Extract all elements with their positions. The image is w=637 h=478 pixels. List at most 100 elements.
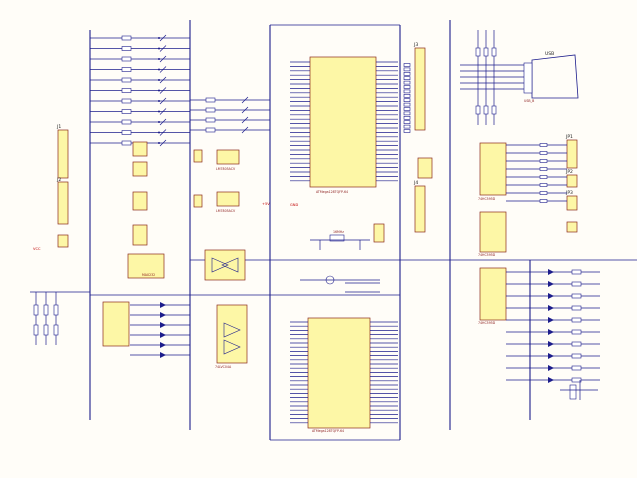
resistor <box>121 35 132 41</box>
small-ic-center <box>417 157 433 179</box>
led-icon <box>160 312 166 318</box>
resistor <box>53 324 59 336</box>
led-icon <box>548 269 554 275</box>
resistor <box>539 183 548 187</box>
usb-label: USB <box>545 51 554 57</box>
shift-register-3: 74HC595D <box>478 267 507 325</box>
bottom-left-resistors <box>30 291 90 345</box>
resistor <box>53 304 59 316</box>
schematic-canvas: J1 J2 LM7805ACV LM7805ACV MAX232 74LVC04… <box>30 20 637 441</box>
connector-j4-label: J4 <box>413 180 418 186</box>
resistor <box>43 304 49 316</box>
pin-resistor <box>403 94 411 98</box>
led-icon <box>548 293 554 299</box>
led-icon <box>548 317 554 323</box>
resistor <box>571 293 582 299</box>
connector-jp1: JP1 <box>565 134 578 169</box>
small-connector <box>566 221 578 233</box>
shift-register-2: 74HC595D <box>478 211 507 257</box>
mcu-bottom: ATMega128TQFP-64 <box>307 317 371 433</box>
regulator-1-label: LM7805ACV <box>216 167 236 171</box>
resistor <box>121 130 132 135</box>
junction-dot <box>158 142 160 144</box>
pin-resistor <box>403 80 411 85</box>
resistor <box>475 105 481 115</box>
led-icon <box>160 352 166 358</box>
output-ladder-right <box>506 143 600 383</box>
small-connector <box>373 223 385 243</box>
usb-connector: USB USB_B <box>523 51 579 103</box>
regulator-cap <box>193 149 203 163</box>
resistor <box>491 47 497 57</box>
resistor <box>483 105 489 115</box>
resistor <box>483 47 489 57</box>
resistor <box>571 305 582 311</box>
pin-resistor <box>403 124 411 129</box>
pin-resistor <box>403 107 411 111</box>
led-icon <box>548 353 554 359</box>
resistor <box>121 56 132 62</box>
dip-header-block <box>102 301 130 347</box>
resistor <box>571 269 582 275</box>
mcu-bottom-label: ATMega128TQFP-64 <box>312 429 344 433</box>
small-chips-left <box>132 141 148 246</box>
pin-resistor <box>403 116 411 120</box>
connector-j2: J2 <box>56 177 69 225</box>
pin-resistor <box>403 102 411 107</box>
shift-register-1-label: 74HC595D <box>478 197 496 201</box>
junction-dot <box>158 68 160 71</box>
pin-resistor <box>403 111 411 116</box>
resistor <box>33 304 39 316</box>
connector-j1: J1 <box>56 124 69 179</box>
resistor <box>205 127 216 133</box>
mcu-top: ATMega128TQFP-64 <box>309 56 377 194</box>
led-icon <box>548 281 554 287</box>
pin-resistor <box>403 120 411 124</box>
resistor <box>571 281 582 287</box>
junction-dot <box>158 131 160 134</box>
mcu-top-label: ATMega128TQFP-64 <box>316 190 348 194</box>
gnd-rail-label: GND <box>290 203 298 207</box>
opamp-2-label: 74LVC04A <box>215 365 232 369</box>
resistor <box>205 97 216 103</box>
pin-resistor <box>403 129 411 133</box>
led-array-bottom <box>130 302 190 358</box>
shift-register-2-label: 74HC595D <box>478 253 496 257</box>
max232-label: MAX232 <box>142 273 155 277</box>
connector-jp2: JP2 <box>565 169 578 188</box>
resistor <box>43 324 49 336</box>
connector-jp2-label: JP2 <box>565 169 573 175</box>
button-resistor-ladder <box>190 96 270 134</box>
pin-resistor <box>403 72 411 76</box>
led-icon <box>160 302 166 308</box>
led-icon <box>548 377 554 383</box>
oscillator-label: 16MHz <box>333 230 344 234</box>
resistor <box>571 329 582 335</box>
led-icon <box>548 329 554 335</box>
led-resistor-ladder <box>90 34 190 147</box>
resistor <box>539 159 548 163</box>
junction-dot <box>158 110 160 113</box>
resistor <box>121 140 132 146</box>
resistor <box>571 365 582 371</box>
led-icon <box>160 322 166 328</box>
vcc-rail-label: VCC <box>33 247 41 251</box>
regulator-2: LM7805ACV <box>216 191 240 213</box>
resistor <box>121 67 132 72</box>
bottom-right-connector <box>560 380 598 400</box>
max232-chip: MAX232 <box>127 253 165 279</box>
connector-j2-label: J2 <box>56 177 61 183</box>
pin-resistor <box>403 89 411 94</box>
pin-resistor <box>403 98 411 102</box>
connector-jp1-label: JP1 <box>565 134 573 140</box>
pin-resistor <box>403 67 411 72</box>
junction-dot <box>158 89 160 92</box>
regulator-cap <box>193 194 203 208</box>
resistor <box>475 47 481 57</box>
regulator-1: LM7805ACV <box>216 149 240 171</box>
opamp-chip-1 <box>204 249 246 281</box>
led-icon <box>548 305 554 311</box>
usb-part-label: USB_B <box>524 99 534 103</box>
resistor <box>539 167 548 171</box>
junction-dot <box>158 121 160 123</box>
